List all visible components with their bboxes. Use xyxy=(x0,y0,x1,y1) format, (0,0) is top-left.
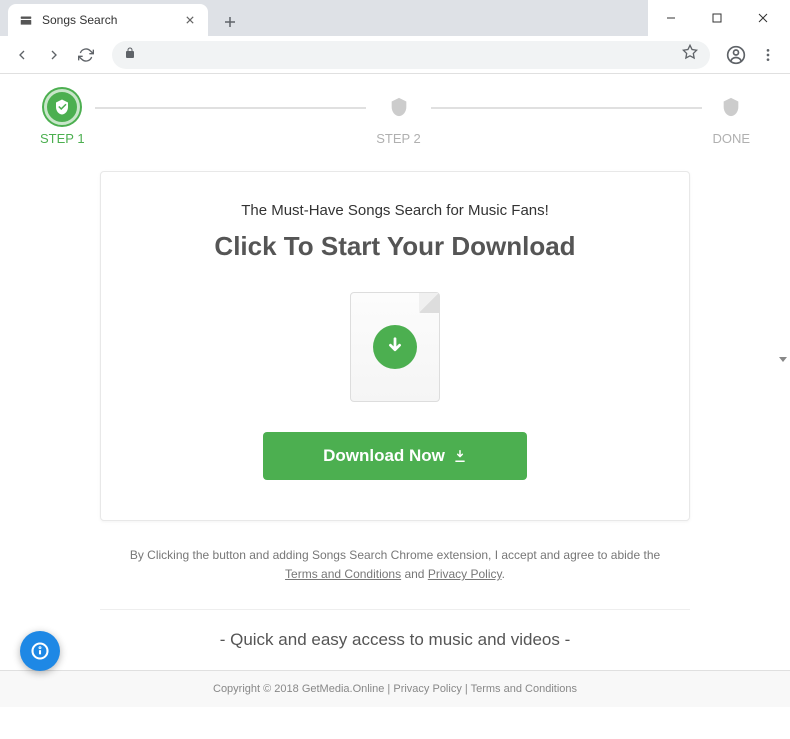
page-footer: Copyright © 2018 GetMedia.Online | Priva… xyxy=(0,670,790,707)
tab-favicon-icon xyxy=(18,12,34,28)
disclaimer-text: By Clicking the button and adding Songs … xyxy=(0,531,790,599)
step-done-label: DONE xyxy=(712,131,750,146)
download-icon xyxy=(453,449,467,463)
forward-button[interactable] xyxy=(40,41,68,69)
info-icon xyxy=(30,641,50,661)
download-button-label: Download Now xyxy=(323,446,445,466)
address-bar[interactable] xyxy=(112,41,710,69)
step-done: DONE xyxy=(712,89,750,146)
download-arrow-icon xyxy=(373,325,417,369)
card-title: Click To Start Your Download xyxy=(141,231,649,262)
browser-tab-bar: Songs Search xyxy=(0,0,790,36)
terms-link[interactable]: Terms and Conditions xyxy=(285,567,401,581)
window-close-button[interactable] xyxy=(740,2,786,34)
menu-button[interactable] xyxy=(754,41,782,69)
step-1-label: STEP 1 xyxy=(40,131,85,146)
footer-privacy-link[interactable]: Privacy Policy xyxy=(393,683,461,695)
file-download-icon xyxy=(350,292,440,402)
step-2-label: STEP 2 xyxy=(376,131,421,146)
browser-toolbar xyxy=(0,36,790,74)
window-minimize-button[interactable] xyxy=(648,2,694,34)
profile-button[interactable] xyxy=(722,41,750,69)
progress-steps: STEP 1 STEP 2 DONE xyxy=(0,74,790,161)
feature-text: - Quick and easy access to music and vid… xyxy=(100,609,690,670)
lock-icon xyxy=(124,46,136,64)
back-button[interactable] xyxy=(8,41,36,69)
star-icon[interactable] xyxy=(682,44,698,65)
step-connector xyxy=(95,107,367,109)
window-maximize-button[interactable] xyxy=(694,2,740,34)
step-2: STEP 2 xyxy=(376,89,421,146)
new-tab-button[interactable] xyxy=(216,8,244,36)
download-card: The Must-Have Songs Search for Music Fan… xyxy=(100,171,690,521)
shield-check-icon xyxy=(44,89,80,125)
download-now-button[interactable]: Download Now xyxy=(263,432,527,480)
tab-close-button[interactable] xyxy=(182,12,198,28)
step-connector xyxy=(431,107,703,109)
info-bubble-button[interactable] xyxy=(20,631,60,671)
footer-terms-link[interactable]: Terms and Conditions xyxy=(471,683,577,695)
privacy-link[interactable]: Privacy Policy xyxy=(428,567,502,581)
step-1: STEP 1 xyxy=(40,89,85,146)
copyright-text: Copyright © 2018 GetMedia.Online xyxy=(213,683,384,695)
tab-title: Songs Search xyxy=(42,13,117,27)
scroll-down-icon[interactable] xyxy=(778,354,788,364)
page-content: STEP 1 STEP 2 DONE The Must-Have Songs S… xyxy=(0,74,790,707)
shield-icon xyxy=(381,89,417,125)
shield-icon xyxy=(713,89,749,125)
card-subtitle: The Must-Have Songs Search for Music Fan… xyxy=(141,202,649,219)
reload-button[interactable] xyxy=(72,41,100,69)
browser-tab[interactable]: Songs Search xyxy=(8,4,208,36)
